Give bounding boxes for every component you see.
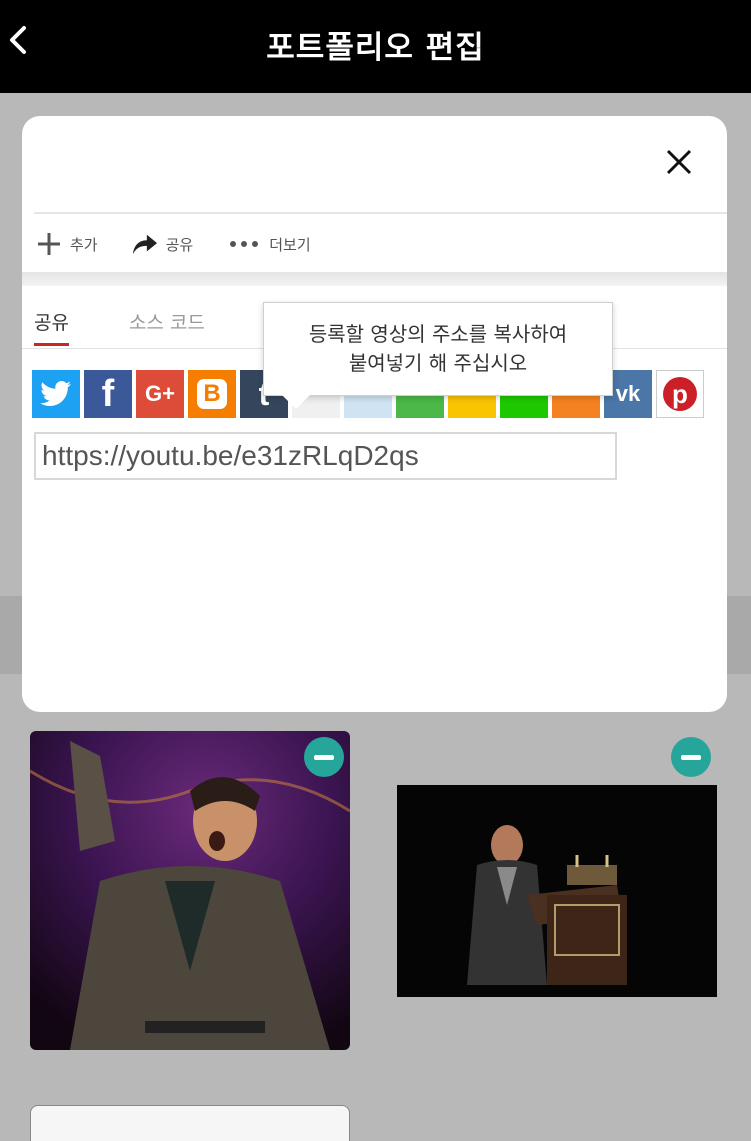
video-url-field[interactable]: https://youtu.be/e31zRLqD2qs xyxy=(34,432,617,480)
share-button[interactable]: 공유 xyxy=(132,231,194,257)
tooltip-arrow xyxy=(282,395,310,409)
more-button[interactable]: 더보기 xyxy=(227,231,311,257)
tab-share[interactable]: 공유 xyxy=(34,308,69,346)
tooltip-line-2: 붙여넣기 해 주십시오 xyxy=(348,351,528,375)
close-button[interactable] xyxy=(661,144,697,180)
twitter-icon[interactable] xyxy=(32,370,80,418)
pinterest-icon[interactable]: p xyxy=(656,370,704,418)
plus-icon xyxy=(36,231,62,257)
share-arrow-icon xyxy=(132,231,158,257)
page-title: 포트폴리오 편집 xyxy=(266,30,485,66)
portfolio-image-2[interactable] xyxy=(397,785,717,997)
share-label: 공유 xyxy=(165,235,194,254)
add-image-card[interactable] xyxy=(30,1105,350,1141)
more-label: 더보기 xyxy=(269,235,311,254)
tooltip: 등록할 영상의 주소를 복사하여 붙여넣기 해 주십시오 xyxy=(263,302,613,409)
add-label: 추가 xyxy=(70,235,98,254)
remove-button[interactable] xyxy=(304,737,344,777)
portfolio-image-1[interactable] xyxy=(30,731,350,1050)
remove-button[interactable] xyxy=(671,737,711,777)
more-dots-icon xyxy=(227,231,261,257)
toolbar-shadow xyxy=(22,272,727,286)
tab-source-code[interactable]: 소스 코드 xyxy=(129,308,205,346)
video-toolbar: 추가 공유 더보기 xyxy=(22,216,727,272)
google-plus-icon[interactable]: G+ xyxy=(136,370,184,418)
close-icon xyxy=(666,149,692,175)
add-button[interactable]: 추가 xyxy=(36,231,98,257)
facebook-icon[interactable]: f xyxy=(84,370,132,418)
blogger-icon[interactable]: B xyxy=(188,370,236,418)
app-header: 포트폴리오 편집 xyxy=(0,0,751,93)
share-tabs: 공유 소스 코드 xyxy=(34,308,265,346)
divider xyxy=(34,212,727,214)
tooltip-line-1: 등록할 영상의 주소를 복사하여 xyxy=(308,322,568,346)
share-modal: 추가 공유 더보기 공유 소스 코드 f G+ B t xyxy=(22,116,727,712)
